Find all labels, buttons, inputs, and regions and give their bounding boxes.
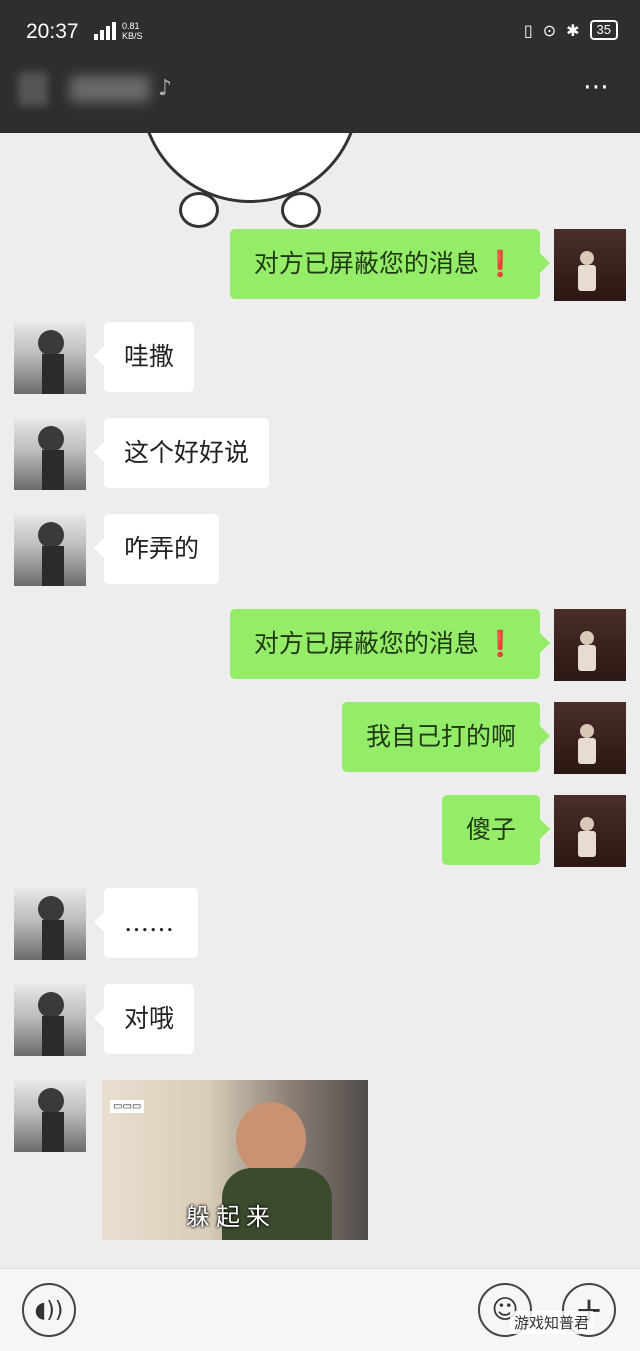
status-icons: ▯ ⊙ ✱ 35 bbox=[524, 20, 618, 40]
message-bubble[interactable]: 对方已屏蔽您的消息 ❗ bbox=[229, 609, 551, 679]
message-bubble[interactable]: …… bbox=[94, 888, 198, 958]
gif-sticker[interactable]: ▭▭▭ 躲起来 bbox=[102, 1080, 368, 1240]
avatar[interactable] bbox=[554, 229, 626, 301]
avatar[interactable] bbox=[14, 514, 86, 586]
avatar[interactable] bbox=[554, 795, 626, 867]
battery-icon: 35 bbox=[589, 20, 618, 40]
alert-icon: ❗ bbox=[484, 249, 516, 278]
vibrate-icon: ▯ bbox=[523, 20, 533, 40]
contact-name bbox=[70, 76, 150, 102]
gif-tag: ▭▭▭ bbox=[110, 1100, 145, 1113]
avatar[interactable] bbox=[14, 888, 86, 960]
avatar[interactable] bbox=[14, 1080, 86, 1152]
bluetooth-icon: ✱ bbox=[566, 20, 580, 40]
status-time: 20:37 bbox=[26, 20, 79, 43]
more-icon[interactable]: ⋯ bbox=[583, 72, 610, 102]
voice-icon[interactable]: ◖)) bbox=[22, 1283, 76, 1337]
lock-icon: ⊙ bbox=[542, 20, 557, 40]
message-bubble[interactable]: 傻子 bbox=[441, 795, 551, 865]
message-bubble[interactable]: 咋弄的 bbox=[93, 514, 220, 584]
avatar[interactable] bbox=[554, 702, 626, 774]
watermark: 游戏知普君 bbox=[510, 1311, 594, 1334]
message-bubble[interactable]: 哇撒 bbox=[93, 322, 195, 392]
ear-icon: ♪ bbox=[158, 76, 173, 101]
net-speed: 0.81 KB/S bbox=[122, 21, 143, 41]
gif-caption: 躲起来 bbox=[186, 1203, 276, 1231]
alert-icon: ❗ bbox=[484, 629, 516, 658]
avatar[interactable] bbox=[554, 609, 626, 681]
message-bubble[interactable]: 对哦 bbox=[93, 984, 195, 1054]
avatar[interactable] bbox=[14, 322, 86, 394]
avatar[interactable] bbox=[14, 984, 86, 1056]
chat-area[interactable]: 对方已屏蔽您的消息 ❗ 哇撒 这个好好说 咋弄的 对方已屏蔽您的消息 ❗ 我自己打的… bbox=[0, 133, 640, 1268]
title-bar: 20:37 0.81 KB/S ▯ ⊙ ✱ 35 ♪ ⋯ bbox=[0, 0, 640, 133]
message-bubble[interactable]: 对方已屏蔽您的消息 ❗ bbox=[229, 229, 551, 299]
sticker-image[interactable] bbox=[140, 133, 360, 228]
message-bubble[interactable]: 我自己打的啊 bbox=[341, 702, 551, 772]
input-bar: ◖)) ☺ + 游戏知普君 bbox=[0, 1268, 640, 1351]
child-figure bbox=[236, 1102, 306, 1176]
avatar[interactable] bbox=[14, 418, 86, 490]
message-bubble[interactable]: 这个好好说 bbox=[93, 418, 270, 488]
signal-icon bbox=[94, 22, 120, 40]
back-button[interactable] bbox=[18, 72, 48, 106]
